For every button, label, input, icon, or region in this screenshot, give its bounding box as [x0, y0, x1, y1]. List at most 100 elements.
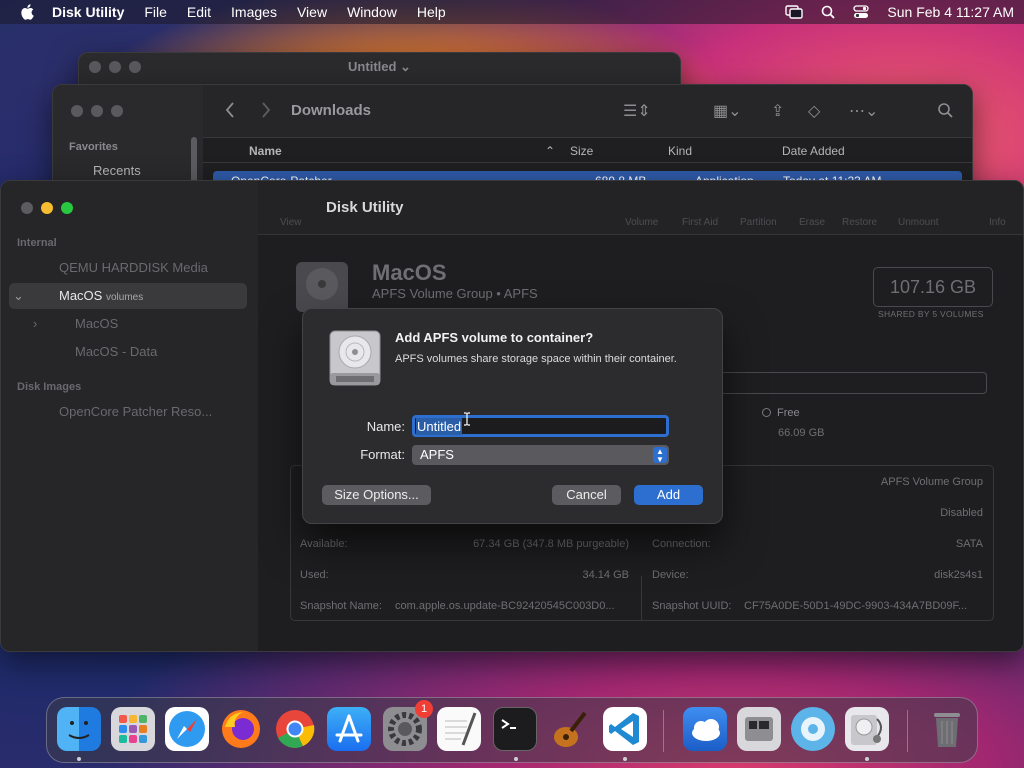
finder-location-title: Downloads	[291, 102, 372, 119]
menu-clock[interactable]: Sun Feb 4 11:27 AM	[887, 4, 1014, 20]
sidebar-item-macos-volume[interactable]: MacOS	[75, 316, 118, 331]
snapshot-uuid-label: Snapshot UUID:	[652, 600, 732, 612]
sidebar-section-internal: Internal	[17, 237, 57, 249]
disk-image-app-icon[interactable]	[791, 707, 835, 751]
search-icon[interactable]	[937, 102, 953, 118]
menu-edit[interactable]: Edit	[187, 4, 211, 20]
garageband-app-icon[interactable]	[547, 707, 591, 751]
sidebar-section-disk-images: Disk Images	[17, 381, 82, 393]
minimize-button[interactable]	[41, 202, 53, 214]
notification-badge: 1	[415, 700, 433, 718]
format-value: APFS	[420, 447, 454, 462]
menu-window[interactable]: Window	[347, 4, 397, 20]
menu-help[interactable]: Help	[417, 4, 446, 20]
unmount-button[interactable]: Unmount	[898, 217, 939, 228]
tag-icon[interactable]: ◇	[808, 101, 820, 121]
apple-menu-icon[interactable]	[20, 4, 34, 20]
partition-button[interactable]: Partition	[740, 217, 777, 228]
column-kind[interactable]: Kind	[668, 144, 692, 158]
finder-window[interactable]: Favorites Recents Downloads ☰⇕ ▦⌄ ⇪ ◇ ⋯⌄…	[52, 84, 973, 194]
forward-icon[interactable]	[261, 102, 271, 118]
zoom-button[interactable]	[111, 105, 123, 117]
sidebar-volumes-suffix: volumes	[105, 292, 144, 303]
firefox-app-icon[interactable]	[219, 707, 263, 751]
back-icon[interactable]	[225, 102, 235, 118]
more-actions-icon[interactable]: ⋯⌄	[849, 101, 878, 121]
textedit-app-icon[interactable]	[437, 707, 481, 751]
dock-separator	[663, 710, 664, 752]
terminal-app-icon[interactable]	[493, 707, 537, 751]
volume-subtitle: APFS Volume Group • APFS	[372, 286, 538, 301]
running-indicator	[514, 757, 518, 761]
snapshot-uuid-value: CF75A0DE-50D1-49DC-9903-434A7BD09F...	[744, 600, 968, 612]
sidebar-item-label: MacOS	[59, 288, 103, 303]
restore-button[interactable]: Restore	[842, 217, 877, 228]
column-name[interactable]: Name	[249, 144, 282, 158]
close-button[interactable]	[21, 202, 33, 214]
text-cursor-icon	[464, 412, 470, 426]
snapshot-name-value: com.apple.os.update-BC92420545C003D0...	[395, 600, 615, 612]
sidebar-section-favorites: Favorites	[69, 141, 118, 153]
owners-value: Disabled	[940, 507, 983, 519]
format-popup[interactable]: APFS ▲ ▼	[412, 445, 669, 465]
size-options-button[interactable]: Size Options...	[322, 485, 431, 505]
sidebar-item-opencore[interactable]: OpenCore Patcher Reso...	[59, 404, 212, 419]
spotlight-search-icon[interactable]	[821, 5, 836, 19]
erase-button[interactable]: Erase	[799, 217, 825, 228]
menu-images[interactable]: Images	[231, 4, 277, 20]
device-value: disk2s4s1	[934, 569, 983, 581]
launchpad-app-icon[interactable]	[111, 707, 155, 751]
volume-button[interactable]: Volume	[625, 217, 658, 228]
sidebar-item-macos-data[interactable]: MacOS - Data	[75, 344, 157, 359]
snapshot-name-label: Snapshot Name:	[300, 600, 382, 612]
running-indicator	[623, 757, 627, 761]
window-title: Disk Utility	[326, 199, 404, 216]
sort-chevron-icon[interactable]: ⌃	[545, 144, 555, 158]
column-date-added[interactable]: Date Added	[782, 144, 845, 158]
minimize-button[interactable]	[91, 105, 103, 117]
list-view-icon[interactable]: ☰⇕	[623, 101, 651, 121]
running-indicator	[865, 757, 869, 761]
share-icon[interactable]: ⇪	[771, 101, 784, 121]
vscode-app-icon[interactable]	[603, 707, 647, 751]
sidebar-item-recents[interactable]: Recents	[93, 163, 141, 178]
add-button[interactable]: Add	[634, 485, 703, 505]
boot-camp-app-icon[interactable]	[737, 707, 781, 751]
first-aid-button[interactable]: First Aid	[682, 217, 718, 228]
menu-file[interactable]: File	[144, 4, 167, 20]
volume-name-selected-text[interactable]: Untitled	[416, 418, 463, 435]
dialog-heading: Add APFS volume to container?	[395, 330, 594, 345]
disclosure-chevron-right-icon[interactable]: ›	[33, 316, 37, 331]
menu-app-name[interactable]: Disk Utility	[52, 4, 124, 20]
screen-mirroring-icon[interactable]	[785, 5, 804, 19]
device-label: Device:	[652, 569, 689, 581]
menu-view[interactable]: View	[297, 4, 327, 20]
info-button[interactable]: Info	[989, 217, 1006, 228]
name-label: Name:	[366, 419, 405, 434]
window-controls	[71, 105, 123, 117]
connection-label: Connection:	[652, 538, 711, 550]
available-label: Available:	[300, 538, 348, 550]
finder-app-icon[interactable]	[57, 707, 101, 751]
storage-usage-bar	[720, 372, 987, 394]
cancel-button[interactable]: Cancel	[552, 485, 621, 505]
group-icon[interactable]: ▦⌄	[713, 101, 742, 121]
chrome-app-icon[interactable]	[273, 707, 317, 751]
available-value: 67.34 GB (347.8 MB purgeable)	[473, 538, 629, 550]
zoom-button[interactable]	[61, 202, 73, 214]
weather-app-icon[interactable]	[683, 707, 727, 751]
sidebar-item-macos[interactable]: MacOS volumes	[59, 288, 143, 303]
view-button[interactable]: View	[280, 217, 302, 228]
column-size[interactable]: Size	[570, 144, 593, 158]
disclosure-chevron-icon[interactable]: ⌄	[13, 288, 24, 304]
used-label: Used:	[300, 569, 329, 581]
control-center-icon[interactable]	[853, 5, 870, 19]
safari-app-icon[interactable]	[165, 707, 209, 751]
app-store-icon[interactable]	[327, 707, 371, 751]
trash-icon[interactable]	[925, 707, 969, 751]
free-legend: Free	[762, 407, 800, 419]
sidebar-item-hdd[interactable]: QEMU HARDDISK Media	[59, 260, 208, 275]
disk-utility-app-icon[interactable]	[845, 707, 889, 751]
menu-bar: Disk Utility File Edit Images View Windo…	[0, 0, 1024, 24]
close-button[interactable]	[71, 105, 83, 117]
